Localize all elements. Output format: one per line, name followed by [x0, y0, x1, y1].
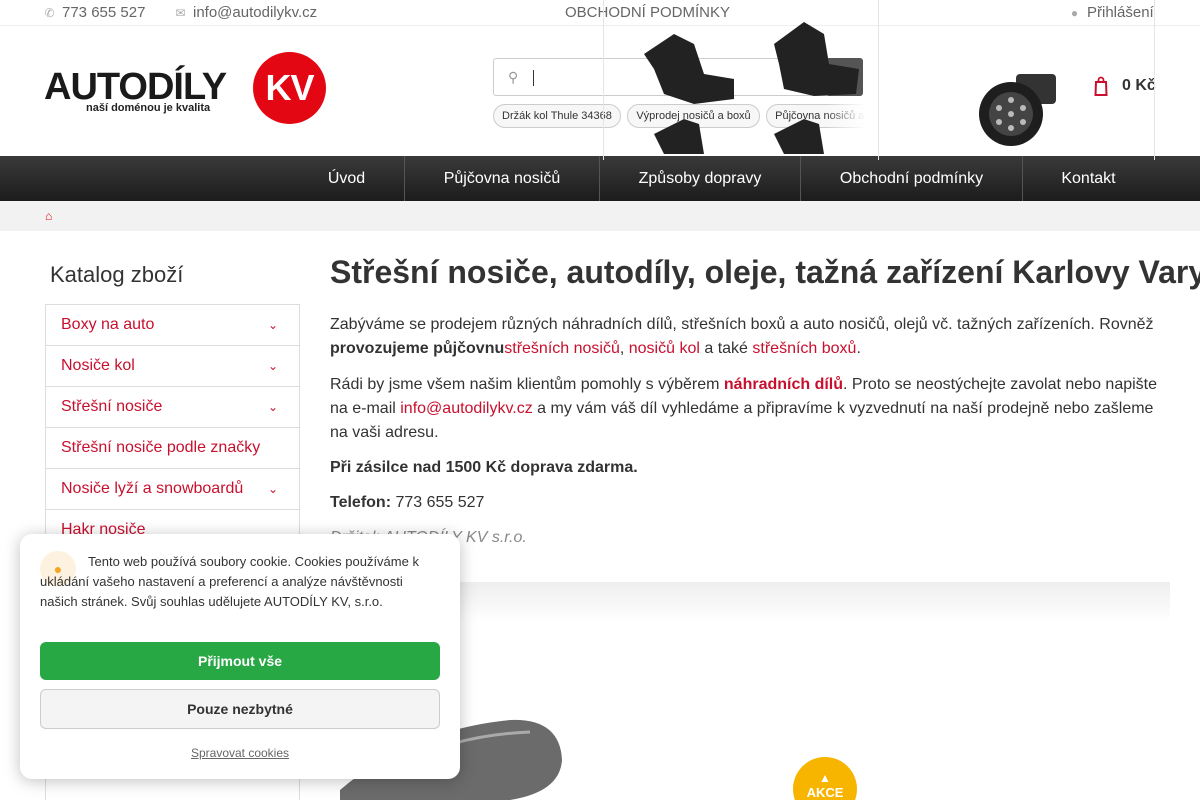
product-card[interactable]	[878, 0, 1155, 160]
link-roof-boxes[interactable]: střešních boxů	[752, 340, 856, 357]
necessary-only-button[interactable]: Pouze nezbytné	[40, 689, 440, 729]
sale-badge: ▲ AKCE	[793, 757, 857, 800]
product-card[interactable]	[603, 0, 879, 160]
cookie-text: Tento web používá soubory cookie. Cookie…	[40, 554, 419, 609]
category-item[interactable]: Střešní nosiče ⌄	[46, 387, 299, 428]
search-icon: ⚲	[508, 69, 519, 85]
catalog-title: Katalog zboží	[50, 262, 184, 287]
help-paragraph: Rádi by jsme všem našim klientům pomohly…	[330, 373, 1160, 445]
nav-item-contact[interactable]: Kontakt	[1023, 156, 1154, 201]
category-item[interactable]: Nosiče lyží a snowboardů ⌄	[46, 469, 299, 510]
logo-slogan: naší doménou je kvalita	[86, 102, 211, 114]
top-phone[interactable]: ✆ 773 655 527	[44, 4, 146, 21]
nav-item-rental[interactable]: Půjčovna nosičů	[405, 156, 599, 201]
fitting-kit-image	[644, 22, 859, 154]
category-item[interactable]: Nosiče kol ⌄	[46, 346, 299, 387]
top-email[interactable]: ✉ info@autodilykv.cz	[175, 4, 318, 21]
link-spare-parts[interactable]: náhradních dílů	[724, 376, 843, 393]
home-icon[interactable]: ⌂	[45, 209, 52, 223]
phone-line: Telefon: 773 655 527	[330, 491, 1160, 515]
search-chip[interactable]: Držák kol Thule 34368	[493, 104, 621, 128]
sale-badge-label: AKCE	[806, 785, 844, 800]
accept-all-button[interactable]: Přijmout vše	[40, 642, 440, 680]
category-label: Boxy na auto	[61, 316, 155, 333]
category-item[interactable]: Střešní nosiče podle značky	[46, 428, 299, 469]
link-bike-racks[interactable]: nosičů kol	[629, 340, 700, 357]
phone-label: Telefon:	[330, 494, 392, 511]
cookie-consent-dialog: ● Tento web používá soubory cookie. Cook…	[20, 534, 460, 779]
chevron-down-icon[interactable]: ⌄	[268, 482, 278, 496]
text: Zabýváme se prodejem různých náhradních …	[330, 316, 1154, 333]
mail-icon: ✉	[175, 5, 186, 20]
shipping-note: Při zásilce nad 1500 Kč doprava zdarma.	[330, 459, 638, 476]
phone-value: 773 655 527	[391, 494, 485, 511]
category-label: Nosiče kol	[61, 357, 135, 374]
phone-icon: ✆	[44, 5, 55, 20]
chevron-down-icon[interactable]: ⌄	[268, 359, 278, 373]
category-label: Nosiče lyží a snowboardů	[61, 480, 244, 497]
category-item[interactable]: Boxy na auto ⌄	[46, 305, 299, 346]
link-email[interactable]: info@autodilykv.cz	[400, 400, 532, 417]
category-label: Střešní nosiče	[61, 398, 163, 415]
trailer-socket-image	[979, 74, 1056, 146]
main-nav: Úvod Půjčovna nosičů Způsoby dopravy Obc…	[0, 156, 1200, 201]
breadcrumb: ⌂	[0, 201, 1200, 231]
chevron-down-icon[interactable]: ⌄	[268, 318, 278, 332]
chevron-down-icon[interactable]: ⌄	[268, 400, 278, 414]
text: .	[856, 340, 861, 357]
text-bold: provozujeme půjčovnu	[330, 340, 505, 357]
link-roof-racks[interactable]: střešních nosičů	[504, 340, 620, 357]
nav-item-home[interactable]: Úvod	[289, 156, 404, 201]
text-caret	[533, 70, 534, 86]
top-phone-text: 773 655 527	[62, 4, 146, 21]
text: Rádi by jsme všem našim klientům pomohly…	[330, 376, 724, 393]
intro-paragraph: Zabýváme se prodejem různých náhradních …	[330, 313, 1160, 361]
page-title: Střešní nosiče, autodíly, oleje, tažná z…	[330, 254, 1200, 290]
top-email-text: info@autodilykv.cz	[193, 4, 318, 21]
logo-badge: KV	[253, 52, 326, 124]
logo[interactable]: AUTODÍLY naší doménou je kvalita KV	[44, 52, 326, 124]
flame-icon: ▲	[819, 771, 831, 785]
text: a také	[699, 340, 753, 357]
manage-cookies-link[interactable]: Spravovat cookies	[20, 746, 460, 760]
category-label: Střešní nosiče podle značky	[61, 439, 261, 456]
text: ,	[619, 340, 629, 357]
